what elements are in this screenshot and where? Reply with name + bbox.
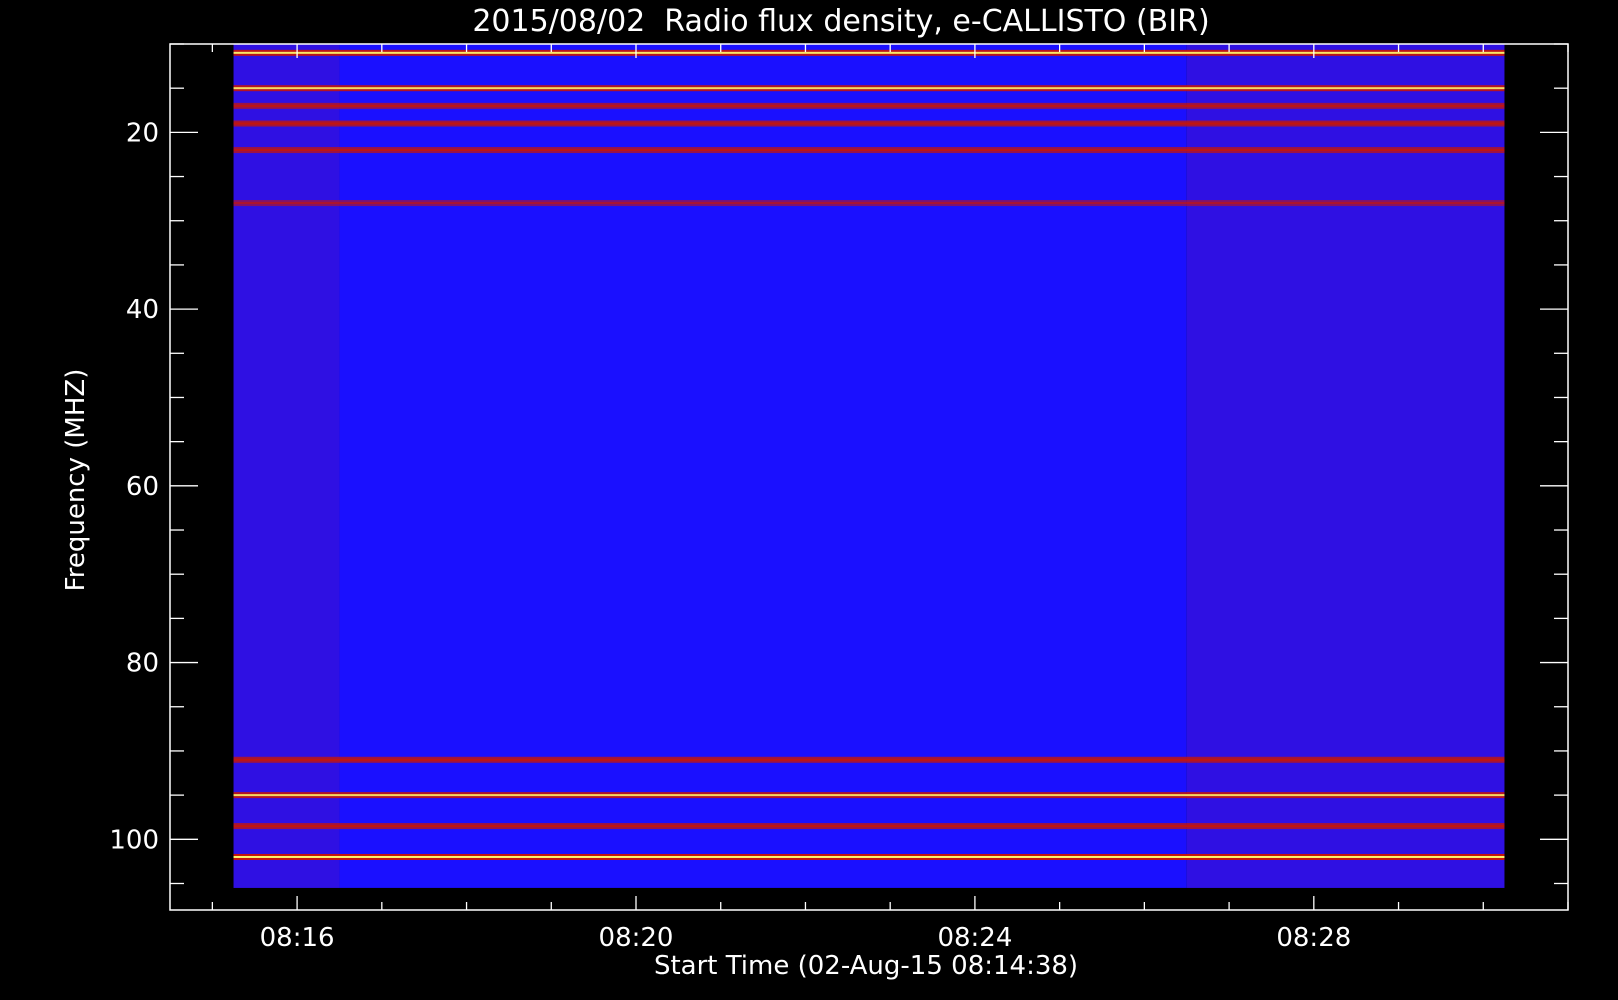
- y-axis-label: Frequency (MHZ): [61, 369, 91, 592]
- spectrogram-chart: 2015/08/02 Radio flux density, e-CALLIST…: [0, 0, 1618, 1000]
- y-tick-label: 20: [126, 118, 159, 148]
- band-core-7: [233, 794, 1505, 797]
- band-core-9: [233, 855, 1505, 858]
- band-core-3: [233, 122, 1505, 125]
- band-core-2: [233, 104, 1505, 107]
- x-axis-label: Start Time (02-Aug-15 08:14:38): [654, 951, 1078, 981]
- y-tick-label: 40: [126, 295, 159, 325]
- band-core-8: [233, 825, 1505, 828]
- band-core-1: [233, 87, 1505, 90]
- y-tick-label: 60: [126, 472, 159, 502]
- band-core-5: [233, 202, 1505, 205]
- spectrogram-plot: [233, 44, 1505, 888]
- chart-title: 2015/08/02 Radio flux density, e-CALLIST…: [472, 4, 1209, 39]
- x-tick-label: 08:24: [937, 923, 1012, 953]
- x-tick-label: 08:20: [599, 923, 674, 953]
- band-core-4: [233, 149, 1505, 152]
- x-tick-label: 08:28: [1276, 923, 1351, 953]
- x-tick-label: 08:16: [260, 923, 335, 953]
- y-tick-label: 80: [126, 649, 159, 679]
- y-tick-label: 100: [109, 825, 159, 855]
- band-core-6: [233, 758, 1505, 761]
